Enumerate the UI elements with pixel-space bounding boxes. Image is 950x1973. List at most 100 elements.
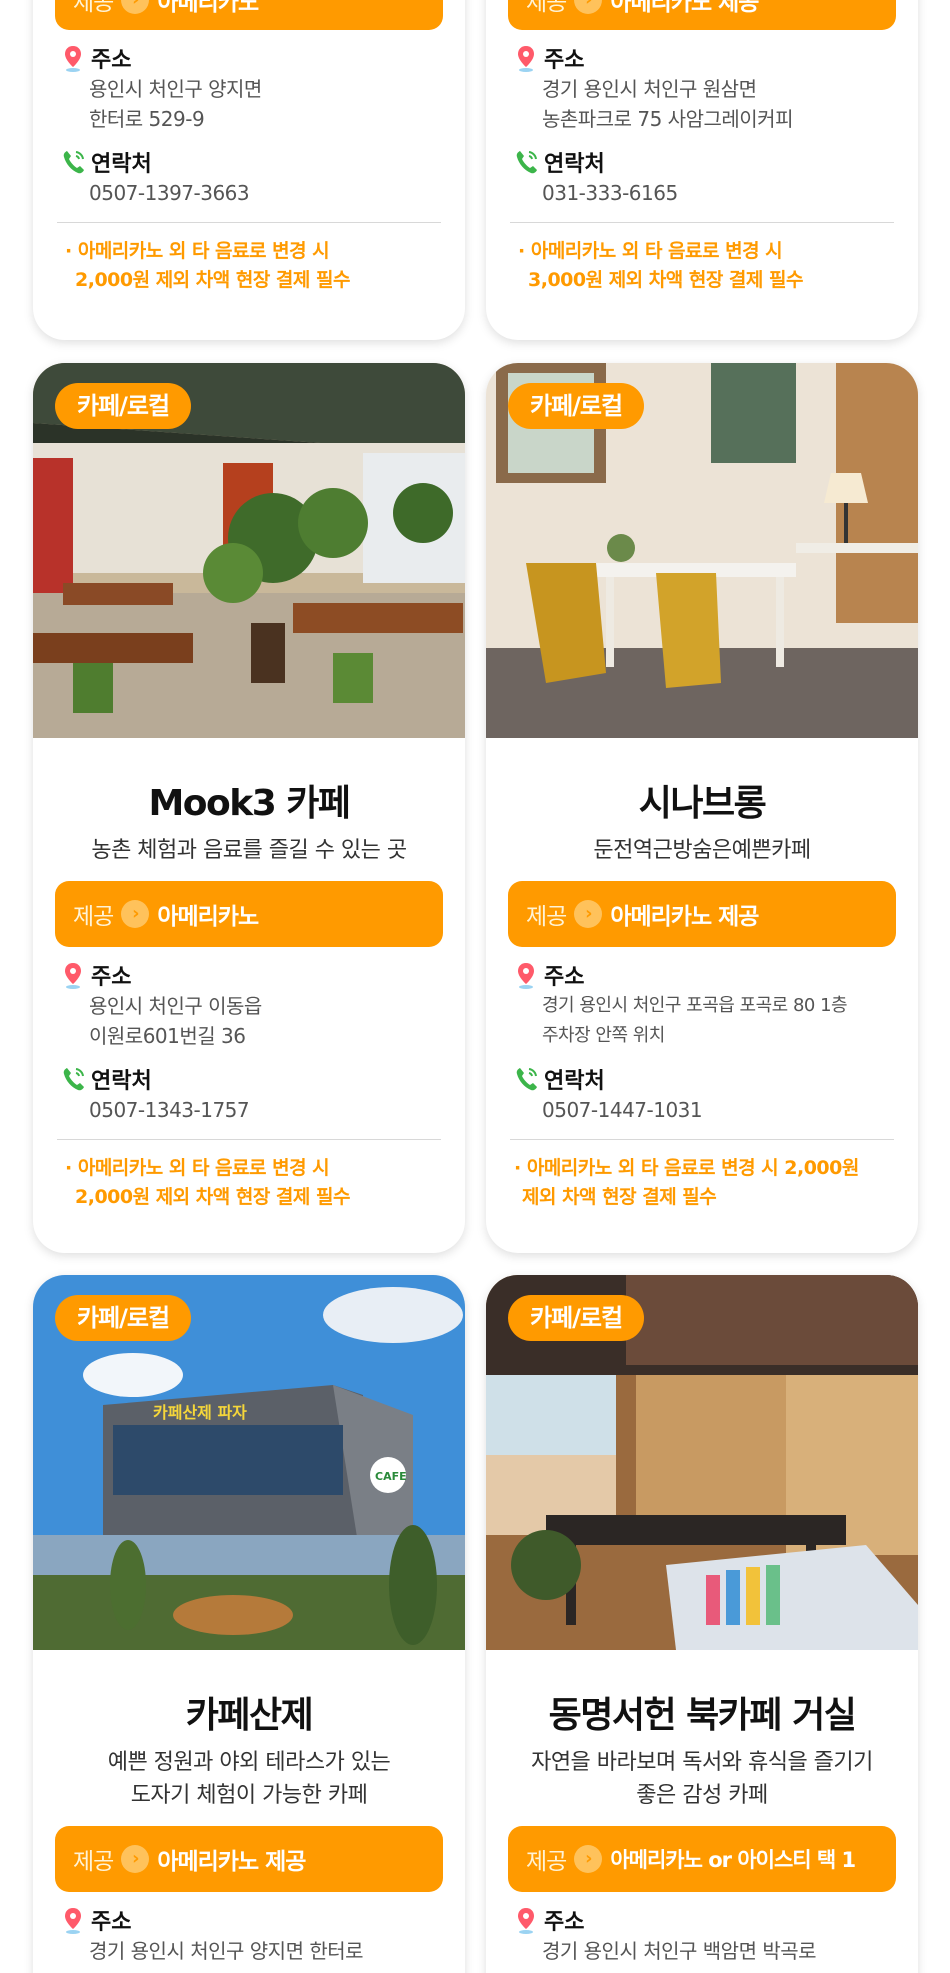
note-line: 2,000원 제외 차액 현장 결제 필수 [75,1186,350,1208]
cafe-title: 동명서헌 북카페 거실 [548,1695,857,1736]
offer-label: 제공 [73,1849,114,1875]
contact-heading: 연락처 [512,1063,892,1095]
description-line: 예쁜 정원과 야외 테라스가 있는 [107,1750,391,1775]
contact-heading: 연락처 [512,146,892,178]
address-line: 경기 용인시 처인구 원삼면 [542,77,757,101]
note-text: · 아메리카노 외 타 음료로 변경 시 2,000원 제외 차액 현장 결제 … [514,1154,888,1212]
description-line: 둔전역근방숨은예쁜카페 [593,838,811,863]
cafe-description: 농촌 체험과 음료를 즐길 수 있는 곳 [33,834,465,867]
contact-label: 연락처 [544,152,605,177]
info-block: 주소 용인시 처인구 이동읍 이원로601번길 36 연락처 0507-1343… [59,959,439,1125]
offer-value: 아메리카노 제공 [610,904,759,930]
info-block: 주소 경기 용인시 처인구 원삼면 농촌파크로 75 사암그레이커피 연락처 0… [512,42,892,208]
address-heading: 주소 [59,959,439,991]
note-line: · 아메리카노 외 타 음료로 변경 시 [518,240,783,262]
note-line: · 아메리카노 외 타 음료로 변경 시 2,000원 [514,1157,859,1179]
info-block: 주소 경기 용인시 처인구 포곡읍 포곡로 80 1층 주차장 안쪽 위치 연락… [512,959,892,1125]
info-block: 주소 경기 용인시 처인구 백암면 박곡로 [512,1904,892,1966]
category-badge: 카페/로컬 [508,383,645,429]
cafe-photo: 카페산제 파자 CAFE 카페/로컬 [33,1275,465,1650]
cafe-photo: 카페/로컬 [486,1275,918,1650]
phone-number[interactable]: 0507-1447-1031 [512,1095,892,1125]
chevron-right-circle-icon: › [574,0,603,14]
divider [510,1139,894,1140]
note-line: · 아메리카노 외 타 음료로 변경 시 [65,240,330,262]
offer-label: 제공 [73,0,114,16]
contact-label: 연락처 [544,1069,605,1094]
address-heading: 주소 [512,1904,892,1936]
chevron-right-circle-icon: › [121,900,150,928]
chevron-right-circle-icon: › [121,0,150,14]
location-pin-icon [518,46,534,72]
phone-icon [516,151,537,174]
contact-heading: 연락처 [59,1063,439,1095]
location-pin-icon [518,963,534,989]
note-text: · 아메리카노 외 타 음료로 변경 시 2,000원 제외 차액 현장 결제 … [65,237,435,295]
offer-bar: 제공 › 아메리카노 [55,881,443,947]
phone-icon [516,1068,537,1091]
address-label: 주소 [91,1910,132,1935]
note-line: 2,000원 제외 차액 현장 결제 필수 [75,269,350,291]
location-pin-icon [518,1908,534,1934]
offer-label: 제공 [73,904,114,930]
address-label: 주소 [91,48,132,73]
cafe-card[interactable]: 제공 › 아메리카노 제공 주소 경기 용인시 처인구 원삼면 농촌파크로 75… [486,0,918,340]
phone-number[interactable]: 031-333-6165 [512,178,892,208]
chevron-right-circle-icon: › [574,1845,603,1873]
address-line: 경기 용인시 처인구 백암면 박곡로 [542,1939,817,1963]
cafe-photo: 카페/로컬 [486,363,918,738]
cafe-card-dongmyeong[interactable]: 카페/로컬 동명서헌 북카페 거실 자연을 바라보며 독서와 휴식을 즐기기 좋… [486,1275,918,1973]
cafe-description: 둔전역근방숨은예쁜카페 [486,834,918,867]
address-line: 주차장 안쪽 위치 [542,1025,665,1046]
offer-value: 아메리카노 제공 [610,0,759,16]
phone-number[interactable]: 0507-1397-3663 [59,178,439,208]
cafe-description: 예쁜 정원과 야외 테라스가 있는 도자기 체험이 가능한 카페 [33,1746,465,1812]
contact-heading: 연락처 [59,146,439,178]
cafe-card-sinabrong[interactable]: 카페/로컬 시나브롱 둔전역근방숨은예쁜카페 제공 › 아메리카노 제공 주소 … [486,363,918,1253]
description-line: 농촌 체험과 음료를 즐길 수 있는 곳 [91,838,407,863]
address-heading: 주소 [512,42,892,74]
location-pin-icon [65,963,81,989]
contact-label: 연락처 [91,1069,152,1094]
cafe-description: 자연을 바라보며 독서와 휴식을 즐기기 좋은 감성 카페 [486,1746,918,1812]
phone-number[interactable]: 0507-1343-1757 [59,1095,439,1125]
info-block: 주소 경기 용인시 처인구 양지면 한터로 [59,1904,439,1966]
chevron-right-circle-icon: › [121,1845,150,1873]
address-heading: 주소 [59,1904,439,1936]
address-label: 주소 [91,965,132,990]
category-badge: 카페/로컬 [508,1295,645,1341]
cafe-photo: 카페/로컬 [33,363,465,738]
address-line: 이원로601번길 36 [89,1024,246,1048]
cafe-title: 시나브롱 [638,783,767,824]
address-line: 용인시 처인구 이동읍 [89,994,262,1018]
address-heading: 주소 [59,42,439,74]
address-label: 주소 [544,48,585,73]
phone-icon [63,1068,84,1091]
offer-label: 제공 [526,0,567,16]
address-heading: 주소 [512,959,892,991]
offer-value: 아메리카노 [157,904,259,930]
offer-value: 아메리카노 or 아이스티 택 1 [610,1848,856,1872]
offer-value: 아메리카노 제공 [157,1849,306,1875]
cafe-card-mook3[interactable]: 카페/로컬 Mook3 카페 농촌 체험과 음료를 즐길 수 있는 곳 제공 ›… [33,363,465,1253]
divider [57,222,441,223]
cafe-card[interactable]: 제공 › 아메리카노 주소 용인시 처인구 양지면 한터로 529-9 연락처 … [33,0,465,340]
cafe-title: Mook3 카페 [148,783,351,824]
offer-bar: 제공 › 아메리카노 [55,0,443,30]
location-pin-icon [65,46,81,72]
offer-bar: 제공 › 아메리카노 제공 [55,1826,443,1892]
address-line: 경기 용인시 처인구 포곡읍 포곡로 80 1층 [542,995,848,1016]
category-badge: 카페/로컬 [55,383,192,429]
phone-icon [63,151,84,174]
address-line: 한터로 529-9 [89,107,205,131]
note-line: · 아메리카노 외 타 음료로 변경 시 [65,1157,330,1179]
chevron-right-circle-icon: › [574,900,603,928]
sign-text: 카페산제 파자 [153,1403,247,1422]
offer-label: 제공 [526,904,567,930]
description-line: 좋은 감성 카페 [636,1783,768,1808]
address-label: 주소 [544,1910,585,1935]
offer-label: 제공 [526,1849,567,1875]
cafe-card-sanje[interactable]: 카페산제 파자 CAFE 카페/로컬 카페산제 예쁜 정원과 야외 테라스가 있… [33,1275,465,1973]
note-text: · 아메리카노 외 타 음료로 변경 시 3,000원 제외 차액 현장 결제 … [518,237,888,295]
cafe-list-page: 제공 › 아메리카노 주소 용인시 처인구 양지면 한터로 529-9 연락처 … [0,0,950,1973]
